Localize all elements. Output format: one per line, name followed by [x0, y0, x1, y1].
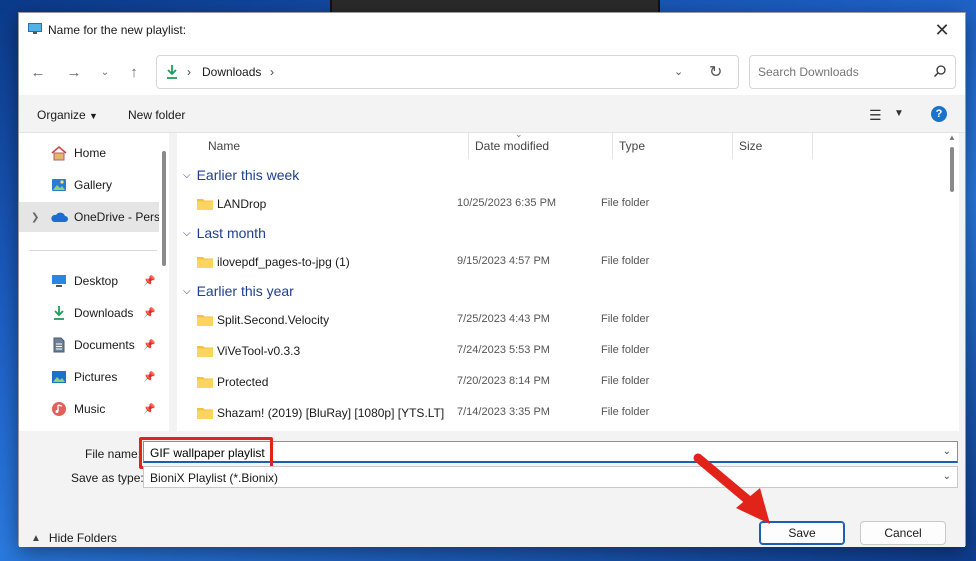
chevron-right-icon[interactable]: › [270, 65, 274, 79]
cancel-button[interactable]: Cancel [860, 521, 946, 545]
search-icon [934, 65, 946, 77]
scroll-up-icon[interactable]: ▲ [948, 133, 956, 142]
sidebar-item-documents[interactable]: Documents 📌 [19, 330, 159, 360]
sidebar-item-onedrive[interactable]: ❯ OneDrive - Personal [19, 202, 159, 232]
group-header[interactable]: ⌵ Last month [183, 223, 266, 243]
column-header-name[interactable]: Name [202, 133, 469, 159]
table-row[interactable]: Protected 7/20/2023 8:14 PM File folder [177, 367, 947, 397]
refresh-icon[interactable]: ↻ [709, 62, 722, 82]
column-header-size[interactable]: Size [733, 133, 813, 159]
column-header-date[interactable]: Date modified [469, 133, 613, 159]
organize-button[interactable]: Organize ▼ [37, 108, 98, 122]
sidebar-item-label: Home [74, 146, 107, 160]
sidebar-item-gallery[interactable]: Gallery [19, 170, 159, 200]
file-name-label: File name: [85, 447, 142, 461]
music-icon [49, 399, 69, 419]
chevron-down-icon: ⌵ [183, 169, 191, 181]
gallery-icon [49, 175, 69, 195]
column-header-type[interactable]: Type [613, 133, 733, 159]
table-row[interactable]: ilovepdf_pages-to-jpg (1) 9/15/2023 4:57… [177, 247, 947, 277]
folder-icon [197, 257, 213, 268]
pin-icon: 📌 [143, 403, 156, 415]
caret-down-icon: ▼ [89, 111, 98, 121]
download-icon [167, 65, 177, 79]
address-bar[interactable]: › Downloads › ⌄ ↻ [156, 55, 739, 89]
file-list: Name ⌄ Date modified Type Size ⌵ Earlier… [177, 129, 959, 431]
chevron-down-icon: ⌵ [183, 285, 191, 297]
address-location[interactable]: Downloads [202, 65, 261, 79]
hide-folders-button[interactable]: ▲ Hide Folders [31, 531, 117, 545]
chevron-right-icon: › [187, 65, 191, 79]
group-header[interactable]: ⌵ Earlier this week [183, 165, 299, 185]
search-box[interactable] [749, 55, 956, 89]
table-row[interactable]: Split.Second.Velocity 7/25/2023 4:43 PM … [177, 305, 947, 335]
file-list-scrollbar[interactable] [950, 147, 954, 192]
folder-icon [197, 315, 213, 326]
up-button[interactable]: ↑ [123, 61, 145, 83]
arrow-left-icon: ← [30, 63, 46, 81]
navigation-pane: Home Gallery ❯ OneDrive - Personal Deskt… [19, 133, 169, 431]
new-folder-button[interactable]: New folder [128, 108, 185, 122]
save-dialog: Name for the new playlist: ✕ ← → ⌄ ↑ › D… [18, 12, 966, 547]
cloud-icon [49, 207, 69, 227]
navigation-bar: ← → ⌄ ↑ › Downloads › ⌄ ↻ [19, 47, 965, 95]
back-button[interactable]: ← [27, 61, 49, 83]
forward-button[interactable]: → [63, 61, 85, 83]
command-bar: Organize ▼ New folder ☰ ▼ ? [19, 95, 965, 133]
recent-locations-button[interactable]: ⌄ [94, 61, 116, 83]
search-input[interactable] [758, 63, 918, 81]
sidebar-item-desktop[interactable]: Desktop 📌 [19, 266, 159, 296]
sidebar-divider [29, 250, 157, 251]
pin-icon: 📌 [143, 307, 156, 319]
save-form: File name: ⌄ Save as type: BioniX Playli… [19, 431, 965, 547]
pin-icon: 📌 [143, 275, 156, 287]
close-icon: ✕ [934, 19, 950, 40]
save-type-select[interactable]: BioniX Playlist (*.Bionix) ⌄ [143, 466, 958, 488]
pin-icon: 📌 [143, 371, 156, 383]
chevron-down-icon: ⌵ [183, 227, 191, 239]
desktop-icon [49, 271, 69, 291]
home-icon [49, 143, 69, 163]
folder-icon [197, 346, 213, 357]
window-title: Name for the new playlist: [48, 23, 187, 37]
sidebar-item-downloads[interactable]: Downloads 📌 [19, 298, 159, 328]
sidebar-item-label: Gallery [74, 178, 113, 192]
title-bar: Name for the new playlist: ✕ [19, 13, 965, 47]
sidebar-item-label: OneDrive - Personal [74, 210, 159, 224]
table-row[interactable]: ViVeTool-v0.3.3 7/24/2023 5:53 PM File f… [177, 336, 947, 366]
chevron-down-icon[interactable]: ⌄ [674, 65, 683, 78]
group-header[interactable]: ⌵ Earlier this year [183, 281, 294, 301]
table-row[interactable]: Shazam! (2019) [BluRay] [1080p] [YTS.LT]… [177, 398, 947, 428]
chevron-down-icon: ⌄ [100, 66, 110, 78]
highlight-box [139, 437, 273, 469]
pictures-icon [49, 367, 69, 387]
folder-icon [197, 199, 213, 210]
red-arrow-annotation [693, 453, 770, 524]
table-row[interactable]: LANDrop 10/25/2023 6:35 PM File folder [177, 189, 947, 219]
arrow-right-icon: → [66, 63, 82, 81]
close-button[interactable]: ✕ [919, 13, 965, 47]
arrow-up-icon: ↑ [130, 63, 138, 81]
chevron-down-icon[interactable]: ⌄ [943, 471, 951, 482]
save-type-label: Save as type: [71, 471, 144, 485]
folder-icon [197, 408, 213, 419]
view-options-icon[interactable]: ☰ [869, 107, 882, 124]
monitor-icon [28, 23, 42, 34]
sidebar-item-pictures[interactable]: Pictures 📌 [19, 362, 159, 392]
chevron-up-icon: ▲ [31, 532, 41, 544]
folder-icon [197, 377, 213, 388]
caret-down-icon[interactable]: ▼ [894, 108, 904, 119]
help-icon[interactable]: ? [931, 106, 947, 122]
document-icon [49, 335, 69, 355]
pin-icon: 📌 [143, 339, 156, 351]
chevron-down-icon[interactable]: ⌄ [943, 446, 951, 457]
chevron-right-icon[interactable]: ❯ [31, 212, 39, 223]
sidebar-item-home[interactable]: Home [19, 138, 159, 168]
download-icon [49, 303, 69, 323]
sidebar-item-music[interactable]: Music 📌 [19, 394, 159, 424]
sidebar-scrollbar[interactable] [162, 151, 166, 266]
